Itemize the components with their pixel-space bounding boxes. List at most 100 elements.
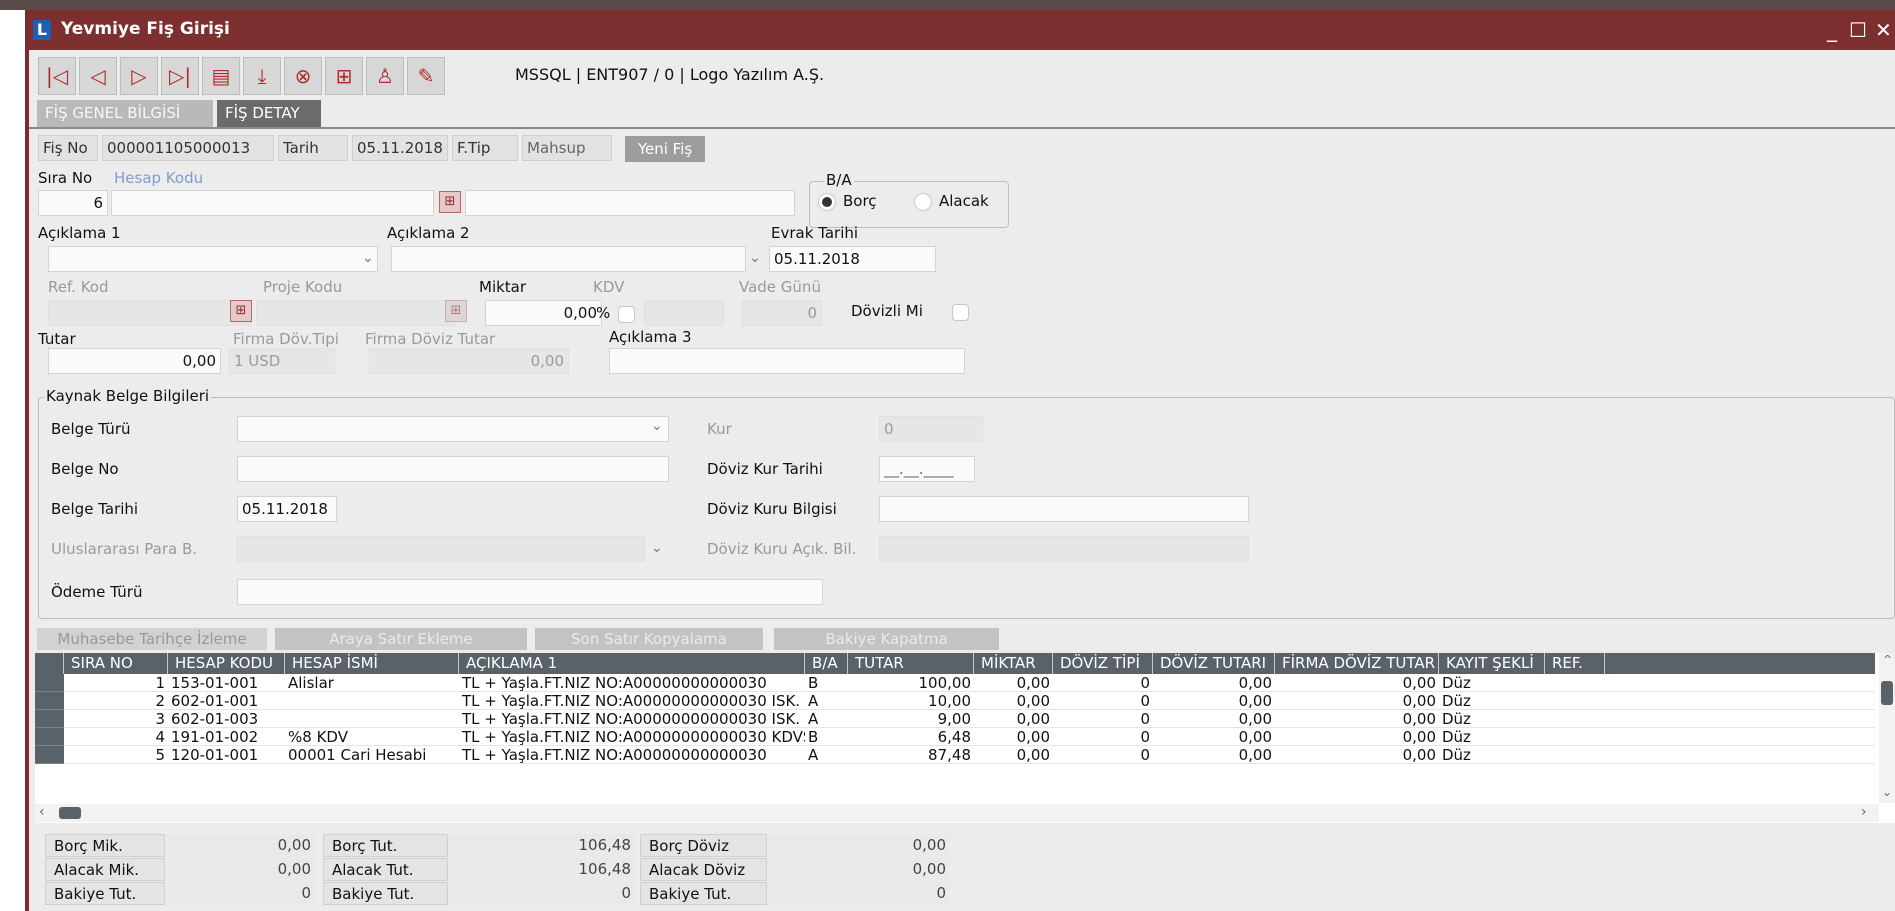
pencil-icon[interactable]: ✎ <box>407 57 445 95</box>
tab-fis-detay[interactable]: FİŞ DETAY <box>217 100 321 127</box>
column-header-ref[interactable]: REF. <box>1545 653 1605 674</box>
cell-kayit-sekli[interactable]: Düz <box>1439 674 1545 692</box>
cell-kayit-sekli[interactable]: Düz <box>1439 710 1545 728</box>
cell-hesap-ismi[interactable]: 00001 Cari Hesabi <box>285 746 459 764</box>
cell-doviz-tipi[interactable]: 0 <box>1053 746 1153 764</box>
row-selector[interactable] <box>35 728 64 746</box>
cell-sira-no[interactable]: 5 <box>64 746 168 764</box>
table-row[interactable]: 2 602-01-001 TL + Yaşla.FT.NIZ NO:A0000000… <box>35 692 1875 710</box>
cell-doviz-tipi[interactable]: 0 <box>1053 692 1153 710</box>
scroll-left-icon[interactable]: ‹ <box>39 804 45 820</box>
column-header-firma-doviz-tutar[interactable]: FİRMA DÖVİZ TUTAR <box>1275 653 1439 674</box>
aciklama2-field[interactable] <box>391 246 746 272</box>
cancel-icon[interactable]: ⊗ <box>284 57 322 95</box>
grid-vertical-scrollbar[interactable]: ^ ⌄ <box>1879 653 1895 803</box>
miktar-field[interactable]: 0,00 <box>485 300 602 326</box>
cell-ref[interactable] <box>1545 728 1605 746</box>
cell-ref[interactable] <box>1545 746 1605 764</box>
cell-ba[interactable]: B <box>805 728 848 746</box>
cell-tutar[interactable]: 9,00 <box>848 710 974 728</box>
alacak-radio[interactable] <box>914 193 932 211</box>
cell-miktar[interactable]: 0,00 <box>974 728 1053 746</box>
kdv-checkbox[interactable] <box>618 306 635 323</box>
belge-turu-field[interactable] <box>237 416 669 442</box>
row-selector[interactable] <box>35 710 64 728</box>
scroll-thumb-horizontal[interactable] <box>59 807 81 819</box>
odeme-turu-field[interactable] <box>237 579 823 605</box>
document-icon[interactable]: ▤ <box>202 57 240 95</box>
tab-fis-genel-bilgisi[interactable]: FİŞ GENEL BİLGİSİ <box>37 100 213 127</box>
previous-record-icon[interactable]: ◁ <box>79 57 117 95</box>
new-document-icon[interactable]: ⊞ <box>325 57 363 95</box>
aciklama1-field[interactable] <box>48 246 378 272</box>
cell-ba[interactable]: A <box>805 710 848 728</box>
table-row[interactable]: 5 120-01-001 00001 Cari Hesabi TL + Yaşla.F… <box>35 746 1875 764</box>
scroll-thumb[interactable] <box>1881 681 1893 705</box>
cell-doviz-tutari[interactable]: 0,00 <box>1153 692 1275 710</box>
borc-radio[interactable] <box>818 193 836 211</box>
cell-tutar[interactable]: 6,48 <box>848 728 974 746</box>
cell-hesap-ismi[interactable]: Alislar <box>285 674 459 692</box>
cell-aciklama-1[interactable]: TL + Yaşla.FT.NIZ NO:A00000000000030 ISK… <box>459 692 805 710</box>
column-header-hesap-ismi[interactable]: HESAP İSMİ <box>285 653 459 674</box>
cell-aciklama-1[interactable]: TL + Yaşla.FT.NIZ NO:A00000000000030 <box>459 674 805 692</box>
belge-tarihi-field[interactable]: 05.11.2018 <box>237 496 337 522</box>
cell-miktar[interactable]: 0,00 <box>974 692 1053 710</box>
chevron-down-icon[interactable]: ⌄ <box>749 250 761 266</box>
column-header-hesap-kodu[interactable]: HESAP KODU <box>168 653 285 674</box>
cell-ba[interactable]: A <box>805 746 848 764</box>
cell-hesap-ismi[interactable]: %8 KDV <box>285 728 459 746</box>
cell-ref[interactable] <box>1545 692 1605 710</box>
cell-hesap-ismi[interactable] <box>285 692 459 710</box>
cell-aciklama-1[interactable]: TL + Yaşla.FT.NIZ NO:A00000000000030 <box>459 746 805 764</box>
hesap-kodu-picker-icon[interactable]: ⊞ <box>439 191 461 213</box>
cell-doviz-tipi[interactable]: 0 <box>1053 674 1153 692</box>
scroll-down-icon[interactable]: ⌄ <box>1882 785 1892 799</box>
cell-kayit-sekli[interactable]: Düz <box>1439 728 1545 746</box>
cell-kayit-sekli[interactable]: Düz <box>1439 746 1545 764</box>
close-icon[interactable]: ✕ <box>1875 18 1892 42</box>
column-header-doviz-tipi[interactable]: DÖVİZ TİPİ <box>1053 653 1153 674</box>
cell-ba[interactable]: A <box>805 692 848 710</box>
ref-kod-picker-icon[interactable]: ⊞ <box>230 300 252 322</box>
tutar-field[interactable]: 0,00 <box>48 348 221 374</box>
row-selector[interactable] <box>35 674 64 692</box>
cell-aciklama-1[interactable]: TL + Yaşla.FT.NIZ NO:A00000000000030 KDV… <box>459 728 805 746</box>
cell-doviz-tutari[interactable]: 0,00 <box>1153 746 1275 764</box>
yeni-fis-button[interactable]: Yeni Fiş <box>625 136 705 162</box>
cell-kayit-sekli[interactable]: Düz <box>1439 692 1545 710</box>
cell-ref[interactable] <box>1545 674 1605 692</box>
column-header-tutar[interactable]: TUTAR <box>848 653 974 674</box>
maximize-icon[interactable]: ☐ <box>1849 18 1867 42</box>
son-satir-kopyalama-button[interactable]: Son Satır Kopyalama <box>535 628 763 650</box>
cell-ref[interactable] <box>1545 710 1605 728</box>
araya-satir-button[interactable]: Araya Satır Ekleme <box>275 628 527 650</box>
chevron-down-icon[interactable]: ⌄ <box>651 418 663 434</box>
cell-sira-no[interactable]: 2 <box>64 692 168 710</box>
column-header-kayit-sekli[interactable]: KAYIT ŞEKLİ <box>1439 653 1545 674</box>
sira-no-field[interactable]: 6 <box>38 190 108 216</box>
cell-doviz-tutari[interactable]: 0,00 <box>1153 728 1275 746</box>
cell-tutar[interactable]: 87,48 <box>848 746 974 764</box>
column-header-miktar[interactable]: MİKTAR <box>974 653 1053 674</box>
column-header-aciklama-1[interactable]: AÇIKLAMA 1 <box>459 653 805 674</box>
cell-firma-doviz-tutar[interactable]: 0,00 <box>1275 710 1439 728</box>
scroll-up-icon[interactable]: ^ <box>1883 653 1892 666</box>
cell-tutar[interactable]: 100,00 <box>848 674 974 692</box>
cell-hesap-kodu[interactable]: 120-01-001 <box>168 746 285 764</box>
grid-horizontal-scrollbar[interactable]: ‹ › <box>35 804 1879 822</box>
cell-doviz-tutari[interactable]: 0,00 <box>1153 710 1275 728</box>
cell-aciklama-1[interactable]: TL + Yaşla.FT.NIZ NO:A00000000000030 ISK… <box>459 710 805 728</box>
next-record-icon[interactable]: ▷ <box>120 57 158 95</box>
cell-hesap-kodu[interactable]: 191-01-002 <box>168 728 285 746</box>
scroll-right-icon[interactable]: › <box>1861 804 1867 820</box>
cell-firma-doviz-tutar[interactable]: 0,00 <box>1275 728 1439 746</box>
cell-hesap-ismi[interactable] <box>285 710 459 728</box>
table-row[interactable]: 1 153-01-001 Alislar TL + Yaşla.FT.NIZ NO:A… <box>35 674 1875 692</box>
cell-sira-no[interactable]: 3 <box>64 710 168 728</box>
cell-hesap-kodu[interactable]: 602-01-001 <box>168 692 285 710</box>
user-icon[interactable]: ♙ <box>366 57 404 95</box>
save-download-icon[interactable]: ⤓ <box>243 57 281 95</box>
row-selector[interactable] <box>35 746 64 764</box>
tarihce-izleme-button[interactable]: Muhasebe Tarihçe İzleme <box>37 628 267 650</box>
